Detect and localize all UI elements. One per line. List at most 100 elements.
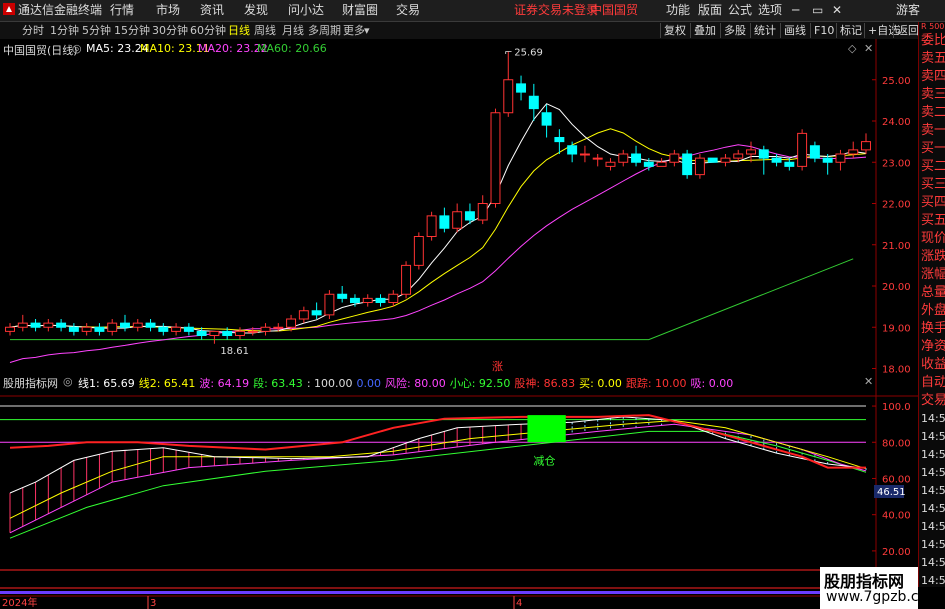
menu-xiaoda[interactable]: 问小达 [288,0,324,21]
window-close-icon[interactable]: ✕ [832,0,842,21]
period-15min[interactable]: 15分钟 [114,22,150,39]
candle-body [835,153,846,163]
candle-body [56,322,67,328]
side-panel-item[interactable]: 现价 [921,230,945,248]
draw-line-button[interactable]: 画线 [780,23,809,38]
side-panel-item[interactable]: 14:56 [921,500,945,518]
menu-quote[interactable]: 行情 [110,0,134,21]
price-tick-label: 24.00 [882,117,911,128]
price-tick-label: 21.00 [882,241,911,252]
side-panel-item[interactable]: 14:56 [921,428,945,446]
side-panel-item[interactable]: 买三 [921,176,945,194]
side-panel-item[interactable]: 买五 [921,212,945,230]
chart-area[interactable]: 25.00 24.00 23.00 22.00 21.00 20.00 19.00 18.00… [0,39,918,609]
menu-fortune[interactable]: 财富圈 [342,0,378,21]
menu-market[interactable]: 市场 [156,0,180,21]
candle-body [401,264,412,295]
indicator-current-value: 46.51 [877,487,906,498]
period-monthly[interactable]: 月线 [282,22,304,39]
indicator-tick-label: 40.00 [882,511,911,522]
period-30min[interactable]: 30分钟 [152,22,188,39]
window-minimize-icon[interactable]: ─ [792,0,799,21]
candle-body [797,132,808,167]
side-panel-item[interactable]: 14:56 [921,572,945,590]
period-toolbar: 分时 1分钟 5分钟 15分钟 30分钟 60分钟 日线 周线 月线 多周期 更… [0,22,945,40]
side-panel-item[interactable]: 卖一 [921,122,945,140]
period-60min[interactable]: 60分钟 [190,22,226,39]
side-panel-item[interactable]: 外盘 [921,302,945,320]
panel-diamond-icon[interactable]: ◇ [848,42,856,55]
candle-body [68,326,79,332]
period-1min[interactable]: 1分钟 [50,22,79,39]
candle-body [273,326,284,329]
side-panel-item[interactable]: 14:56 [921,464,945,482]
period-intraday[interactable]: 分时 [22,22,44,39]
side-panel-item[interactable]: 买二 [921,158,945,176]
trade-login-status[interactable]: 证券交易未登录 [514,0,598,21]
side-panel-item[interactable]: 买四 [921,194,945,212]
candle-body [618,153,629,163]
side-panel-item[interactable]: 卖四 [921,68,945,86]
menu-trade[interactable]: 交易 [396,0,420,21]
side-panel-item[interactable]: 14:56 [921,410,945,428]
window-maximize-icon[interactable]: ▭ [812,0,823,21]
indicator-name: 股朋指标网 [3,377,58,390]
candle-body [528,95,539,110]
side-panel-item[interactable]: 14:56 [921,446,945,464]
indicator-field-2: 波: 64.19 [199,377,250,390]
f10-button[interactable]: F10 [810,23,837,38]
side-panel-item[interactable]: 卖五 [921,50,945,68]
candle-body [196,330,207,336]
menu-discover[interactable]: 发现 [244,0,268,21]
indicator-close-icon[interactable]: ✕ [864,375,873,388]
side-panel-item[interactable]: 涨幅 [921,266,945,284]
panel-close-icon[interactable]: ✕ [864,42,873,55]
candle-body [848,149,859,155]
adjust-button[interactable]: 复权 [660,23,689,38]
side-panel-item[interactable]: 买一 [921,140,945,158]
timeline-bar [0,591,876,594]
side-panel-item[interactable]: 委比 [921,32,945,50]
side-panel-item[interactable]: 换手 [921,320,945,338]
side-panel-item[interactable]: 收益 [921,356,945,374]
side-panel-item[interactable]: 交易 [921,392,945,410]
side-panel-item[interactable]: 涨跌 [921,248,945,266]
period-multi[interactable]: 多周期 [308,22,341,39]
guest-user[interactable]: 游客 [896,0,920,21]
candle-body [464,211,475,221]
overlay-button[interactable]: 叠加 [690,23,719,38]
side-panel-item[interactable]: 卖二 [921,104,945,122]
menu-formula[interactable]: 公式 [728,0,752,21]
side-panel-item[interactable]: 总量 [921,284,945,302]
side-panel-item[interactable]: 14:56 [921,482,945,500]
candle-body [324,293,335,316]
candle-body [694,157,705,176]
indicator-settings-icon[interactable]: ◎ [63,375,73,388]
indicator-tick-label: 80.00 [882,438,911,449]
indicator-field-5: 0.00 [356,377,382,390]
mark-button[interactable]: 标记 [836,23,865,38]
period-weekly[interactable]: 周线 [254,22,276,39]
side-panel-item[interactable]: 自动 [921,374,945,392]
statistics-button[interactable]: 统计 [750,23,779,38]
multi-stock-button[interactable]: 多股 [720,23,749,38]
menu-function[interactable]: 功能 [666,0,690,21]
side-panel-item[interactable]: 14:56 [921,536,945,554]
indicator-field-3: 段: 63.43 [253,377,303,390]
side-panel-item[interactable]: 净资 [921,338,945,356]
candle-body [758,149,769,159]
menu-options[interactable]: 选项 [758,0,782,21]
indicator-field-6: 风险: 80.00 [385,377,446,390]
side-panel-item[interactable]: 14:56 [921,554,945,572]
period-daily[interactable]: 日线 [228,22,250,39]
more-chevron-icon[interactable]: ▾ [364,22,370,39]
side-panel-item[interactable]: 卖三 [921,86,945,104]
side-panel-item[interactable]: 14:56 [921,518,945,536]
ma-settings-icon[interactable]: ◎ [72,42,82,55]
period-5min[interactable]: 5分钟 [82,22,111,39]
candle-body [30,322,41,328]
period-more[interactable]: 更多 [343,22,365,39]
rise-mark: 涨 [492,360,503,373]
menu-layout[interactable]: 版面 [698,0,722,21]
menu-news[interactable]: 资讯 [200,0,224,21]
